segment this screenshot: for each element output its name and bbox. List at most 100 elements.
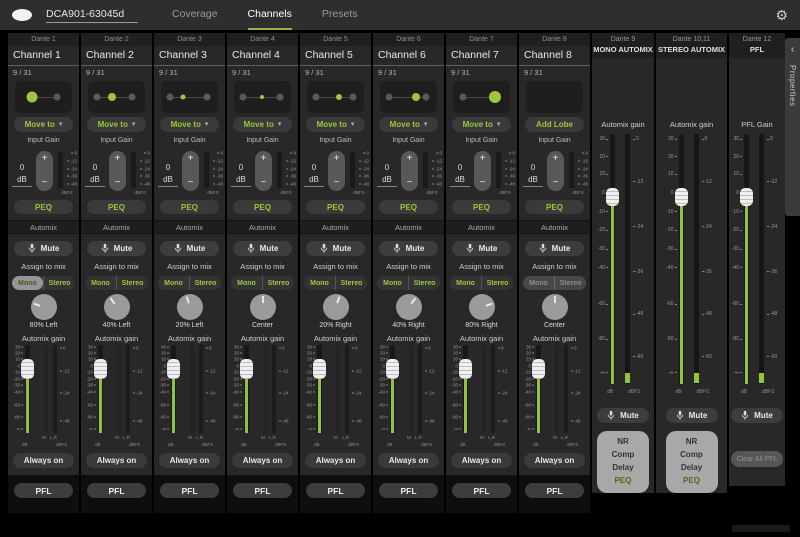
channel-name[interactable]: Channel 8 xyxy=(524,49,585,65)
pfl-button[interactable]: PFL xyxy=(306,483,365,498)
move-to-button[interactable]: Move to ▾ xyxy=(379,117,438,132)
peq-button[interactable]: PEQ xyxy=(233,200,292,214)
stereo-option[interactable]: Stereo xyxy=(116,276,148,290)
plus-icon[interactable]: + xyxy=(188,154,194,164)
gain-stepper[interactable]: + − xyxy=(36,151,53,191)
plus-icon[interactable]: + xyxy=(480,154,486,164)
lobe-position-widget[interactable] xyxy=(307,81,364,113)
mute-button[interactable]: Mute xyxy=(379,241,438,256)
processing-button-delay[interactable]: Delay xyxy=(597,463,649,474)
mute-button[interactable]: Mute xyxy=(597,408,649,423)
fader-handle[interactable] xyxy=(740,188,753,206)
minus-icon[interactable]: − xyxy=(480,178,486,188)
input-gain-value[interactable]: 0 dB xyxy=(304,157,324,187)
peq-button[interactable]: PEQ xyxy=(14,200,73,214)
tab-presets[interactable]: Presets xyxy=(322,0,358,30)
processing-button-comp[interactable]: Comp xyxy=(597,450,649,461)
gain-stepper[interactable]: + − xyxy=(255,151,272,191)
mute-button[interactable]: Mute xyxy=(233,241,292,256)
gain-stepper[interactable]: + − xyxy=(401,151,418,191)
always-on-button[interactable]: Always on xyxy=(305,453,366,468)
minus-icon[interactable]: − xyxy=(42,178,48,188)
stereo-option[interactable]: Stereo xyxy=(554,276,586,290)
move-to-button[interactable]: Move to ▾ xyxy=(160,117,219,132)
channel-name[interactable]: Channel 3 xyxy=(159,49,220,65)
minus-icon[interactable]: − xyxy=(334,178,340,188)
fader-track[interactable] xyxy=(390,345,395,433)
lobe-dot-green[interactable] xyxy=(489,91,501,103)
lobe-dot-green[interactable] xyxy=(336,94,342,100)
plus-icon[interactable]: + xyxy=(553,154,559,164)
fader-handle[interactable] xyxy=(313,359,326,379)
stereo-option[interactable]: Stereo xyxy=(408,276,440,290)
fader-track[interactable] xyxy=(317,345,322,433)
peq-button[interactable]: PEQ xyxy=(379,200,438,214)
channel-name[interactable]: Channel 6 xyxy=(378,49,439,65)
input-gain-value[interactable]: 0 dB xyxy=(12,157,32,187)
always-on-button[interactable]: Always on xyxy=(524,453,585,468)
peq-button[interactable]: PEQ xyxy=(452,200,511,214)
lobe-position-widget[interactable] xyxy=(380,81,437,113)
lobe-dot-green[interactable] xyxy=(180,95,185,100)
always-on-button[interactable]: Always on xyxy=(232,453,293,468)
gain-stepper[interactable]: + − xyxy=(474,151,491,191)
fader-handle[interactable] xyxy=(459,359,472,379)
mute-button[interactable]: Mute xyxy=(87,241,146,256)
mono-option[interactable]: Mono xyxy=(450,276,481,290)
fader-handle[interactable] xyxy=(167,359,180,379)
processing-button-nr[interactable]: NR xyxy=(666,437,718,448)
input-gain-value[interactable]: 0 dB xyxy=(377,157,397,187)
minus-icon[interactable]: − xyxy=(188,178,194,188)
peq-button[interactable]: PEQ xyxy=(160,200,219,214)
pfl-button[interactable]: PFL xyxy=(525,483,584,498)
always-on-button[interactable]: Always on xyxy=(378,453,439,468)
move-to-button[interactable]: Move to ▾ xyxy=(452,117,511,132)
tab-coverage[interactable]: Coverage xyxy=(172,0,218,30)
pan-knob[interactable] xyxy=(31,294,57,320)
input-gain-value[interactable]: 0 dB xyxy=(158,157,178,187)
lobe-position-widget[interactable] xyxy=(88,81,145,113)
mono-option[interactable]: Mono xyxy=(158,276,189,290)
minus-icon[interactable]: − xyxy=(553,178,559,188)
channel-name[interactable]: Channel 7 xyxy=(451,49,512,65)
minus-icon[interactable]: − xyxy=(407,178,413,188)
mute-button[interactable]: Mute xyxy=(160,241,219,256)
fader-track[interactable] xyxy=(463,345,468,433)
pan-knob[interactable] xyxy=(177,294,203,320)
fader-track[interactable] xyxy=(25,345,30,433)
pfl-button[interactable]: PFL xyxy=(160,483,219,498)
input-gain-value[interactable]: 0 dB xyxy=(523,157,543,187)
mute-button[interactable]: Mute xyxy=(306,241,365,256)
stereo-option[interactable]: Stereo xyxy=(481,276,513,290)
mono-option[interactable]: Mono xyxy=(377,276,408,290)
plus-icon[interactable]: + xyxy=(42,154,48,164)
pan-knob[interactable] xyxy=(396,294,422,320)
fader-track[interactable] xyxy=(536,345,541,433)
fader-handle[interactable] xyxy=(240,359,253,379)
pfl-button[interactable]: PFL xyxy=(14,483,73,498)
mono-option[interactable]: Mono xyxy=(231,276,262,290)
channel-name[interactable]: Channel 2 xyxy=(86,49,147,65)
lobe-position-widget[interactable] xyxy=(161,81,218,113)
plus-icon[interactable]: + xyxy=(334,154,340,164)
mute-button[interactable]: Mute xyxy=(452,241,511,256)
lobe-dot-green[interactable] xyxy=(260,95,264,99)
fader-track[interactable] xyxy=(244,345,249,433)
mono-option[interactable]: Mono xyxy=(304,276,335,290)
lobe-position-widget[interactable] xyxy=(453,81,510,113)
pan-knob[interactable] xyxy=(323,294,349,320)
processing-button-peq[interactable]: PEQ xyxy=(666,476,718,487)
fader-track[interactable] xyxy=(679,134,684,384)
mono-option[interactable]: Mono xyxy=(12,276,43,290)
always-on-button[interactable]: Always on xyxy=(86,453,147,468)
channel-name[interactable]: Channel 1 xyxy=(13,49,74,65)
properties-panel-toggle[interactable]: ‹ Properties xyxy=(785,38,800,216)
fader-track[interactable] xyxy=(610,134,615,384)
processing-button-nr[interactable]: NR xyxy=(597,437,649,448)
gear-icon[interactable]: ⚙ xyxy=(775,8,788,22)
fader-track[interactable] xyxy=(744,134,749,384)
pan-knob[interactable] xyxy=(104,294,130,320)
pan-knob[interactable] xyxy=(542,294,568,320)
stereo-option[interactable]: Stereo xyxy=(262,276,294,290)
peq-button[interactable]: PEQ xyxy=(525,200,584,214)
